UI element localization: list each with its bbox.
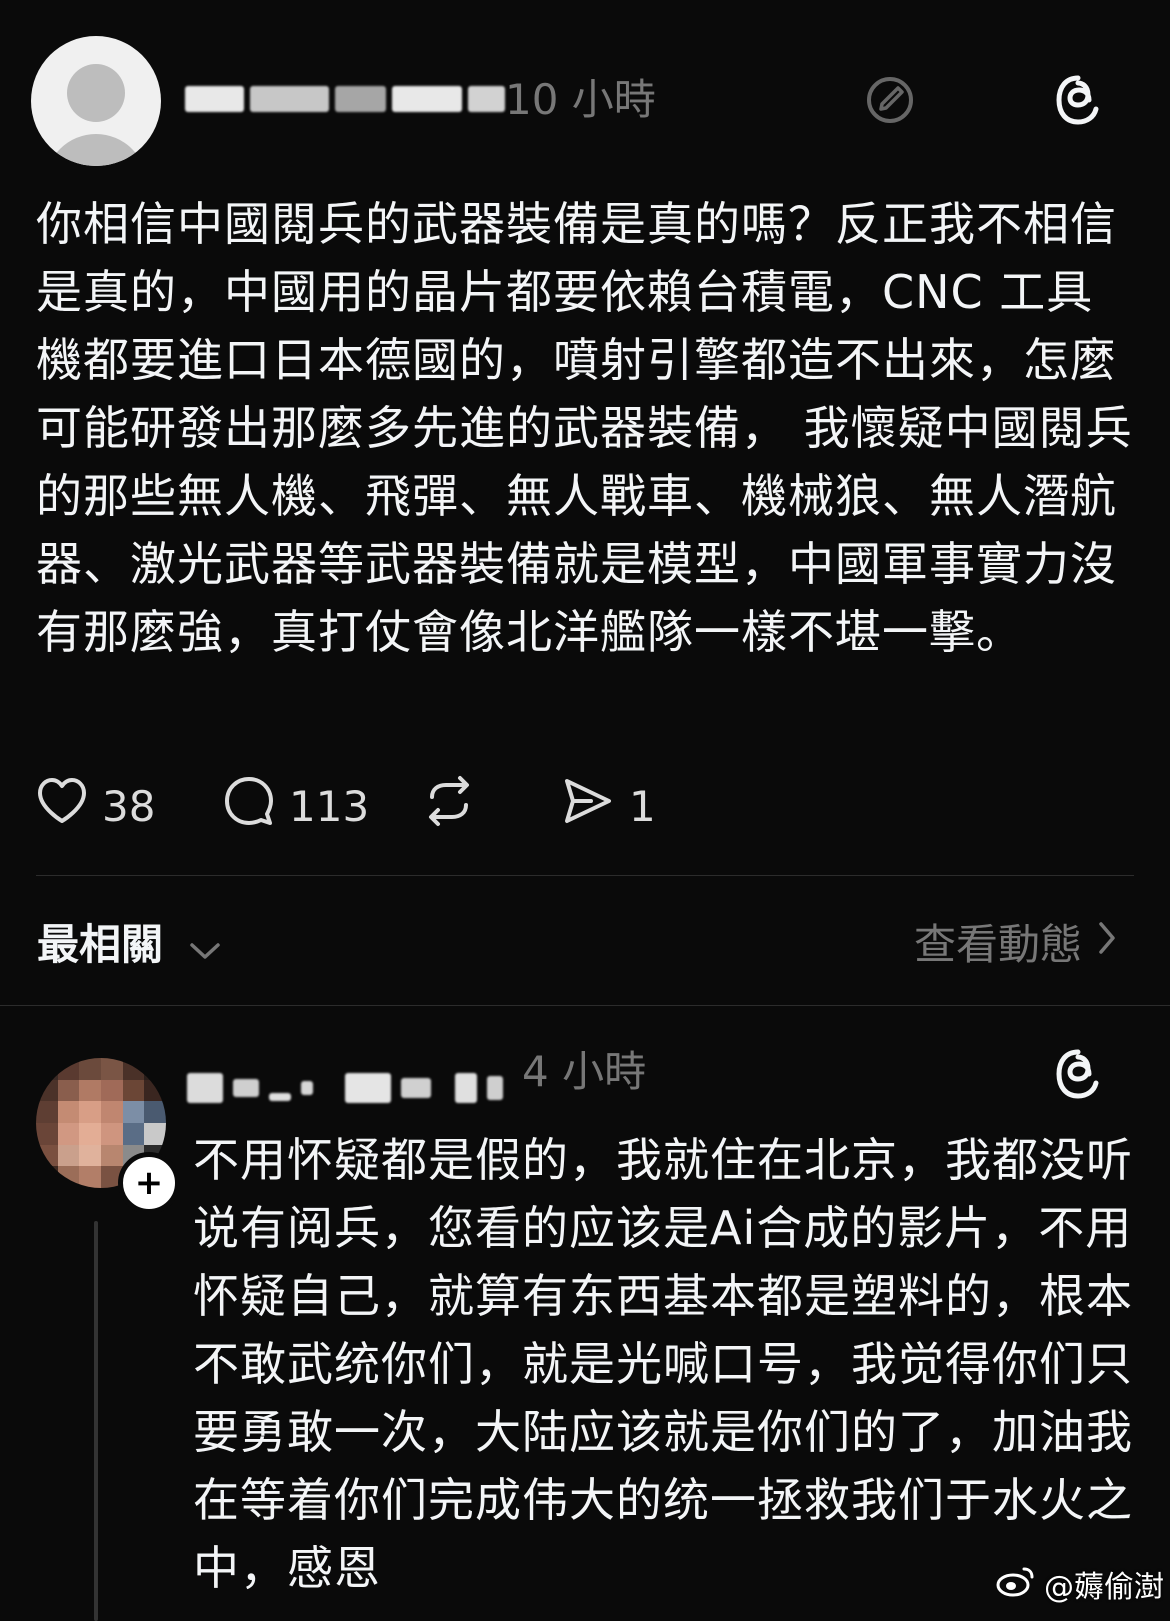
blur-segment (269, 1093, 291, 1101)
thread-connector-line (94, 1221, 98, 1621)
chevron-right-icon (1096, 917, 1118, 966)
blur-segment (401, 1078, 431, 1098)
avatar-head-shape (67, 64, 125, 122)
blur-segment (455, 1073, 477, 1103)
share-count: 1 (629, 781, 656, 831)
weibo-logo-icon (996, 1563, 1036, 1605)
blur-segment (185, 86, 245, 112)
watermark-text: @薅偷澍 (1044, 1570, 1164, 1605)
blur-segment (233, 1079, 259, 1097)
reply-author-name-blurred[interactable] (187, 1070, 507, 1106)
send-icon (561, 775, 615, 837)
repost-button[interactable] (422, 775, 476, 837)
chevron-down-icon (188, 923, 222, 972)
watermark: @薅偷澍 (996, 1562, 1164, 1606)
threads-logo-icon[interactable] (1050, 1046, 1106, 1102)
blur-segment (487, 1076, 503, 1100)
blur-segment (392, 86, 462, 112)
blur-segment (301, 1081, 313, 1095)
avatar-shoulders-shape (45, 134, 147, 166)
comment-icon (223, 775, 275, 837)
divider (36, 875, 1134, 876)
blur-segment (335, 86, 387, 112)
post-action-bar: 38 113 1 (36, 775, 736, 837)
comment-count: 113 (289, 781, 370, 831)
post-body-text: 你相信中國閱兵的武器裝備是真的嗎？反正我不相信是真的，中國用的晶片都要依賴台積電… (36, 197, 1133, 659)
view-activity-link[interactable]: 查看動態 (914, 911, 1118, 972)
threads-logo-icon[interactable] (1050, 72, 1106, 128)
blur-segment (187, 1073, 223, 1103)
blur-segment (467, 86, 506, 112)
comment-button[interactable]: 113 (223, 775, 369, 837)
like-count: 38 (102, 781, 156, 831)
sort-row: 最相關 查看動態 (0, 905, 1170, 975)
author-name-blurred[interactable] (185, 80, 506, 118)
blur-segment (250, 86, 330, 112)
edit-icon[interactable] (862, 72, 918, 128)
sort-dropdown[interactable]: 最相關 (37, 911, 222, 972)
repost-icon (422, 775, 476, 837)
blur-segment (345, 1073, 391, 1103)
reply-timestamp: 4 小時 (522, 1047, 647, 1096)
author-avatar[interactable] (31, 36, 161, 166)
reply-body-text: 不用怀疑都是假的，我就住在北京，我都没听说有阅兵，您看的应该是Ai合成的影片，不… (193, 1133, 1133, 1595)
reply-post: + 4 小時 不用怀疑都是假的，我就住在北京，我都没听说有阅兵，您看的应该是Ai… (0, 1006, 1170, 1621)
view-activity-label: 查看動態 (913, 920, 1082, 969)
like-button[interactable]: 38 (36, 775, 155, 837)
follow-button[interactable]: + (118, 1152, 180, 1214)
post-timestamp: 10 小時 (505, 75, 656, 124)
share-button[interactable]: 1 (561, 775, 656, 837)
heart-icon (36, 777, 88, 835)
main-post: 10 小時 你相信中國閱兵的武器裝備是真的嗎？反正我不相信是真的，中國用的晶片都… (0, 0, 1170, 1005)
sort-label: 最相關 (37, 920, 164, 969)
